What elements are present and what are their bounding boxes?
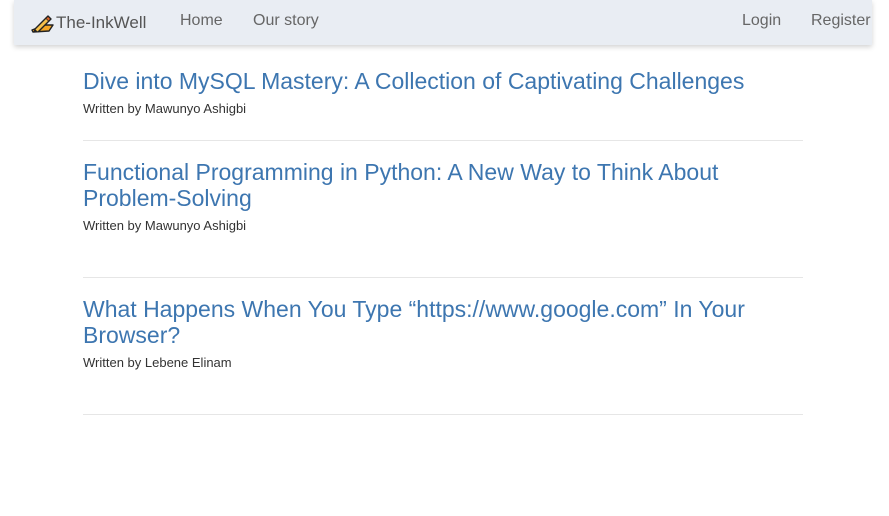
post-title-link[interactable]: Dive into MySQL Mastery: A Collection of… <box>83 66 803 94</box>
nav-login-link[interactable]: Login <box>742 12 781 30</box>
post-item: What Happens When You Type “https://www.… <box>83 296 803 415</box>
brand-name: The-InkWell <box>56 13 147 32</box>
post-title-link[interactable]: What Happens When You Type “https://www.… <box>83 296 803 348</box>
post-byline: Written by Lebene Elinam <box>83 355 232 370</box>
top-navbar: The-InkWell Home Our story Login Registe… <box>14 0 872 45</box>
nav-home-link[interactable]: Home <box>180 12 223 30</box>
post-byline: Written by Mawunyo Ashigbi <box>83 101 247 116</box>
post-title-link[interactable]: Functional Programming in Python: A New … <box>83 159 803 211</box>
post-list: Dive into MySQL Mastery: A Collection of… <box>83 66 803 415</box>
post-item: Functional Programming in Python: A New … <box>83 159 803 278</box>
pencil-writing-icon <box>31 13 54 33</box>
nav-register-link[interactable]: Register <box>811 12 871 30</box>
post-item: Dive into MySQL Mastery: A Collection of… <box>83 66 803 141</box>
brand-link[interactable]: The-InkWell <box>31 11 146 35</box>
post-byline: Written by Mawunyo Ashigbi <box>83 218 247 233</box>
nav-our-story-link[interactable]: Our story <box>253 12 319 30</box>
